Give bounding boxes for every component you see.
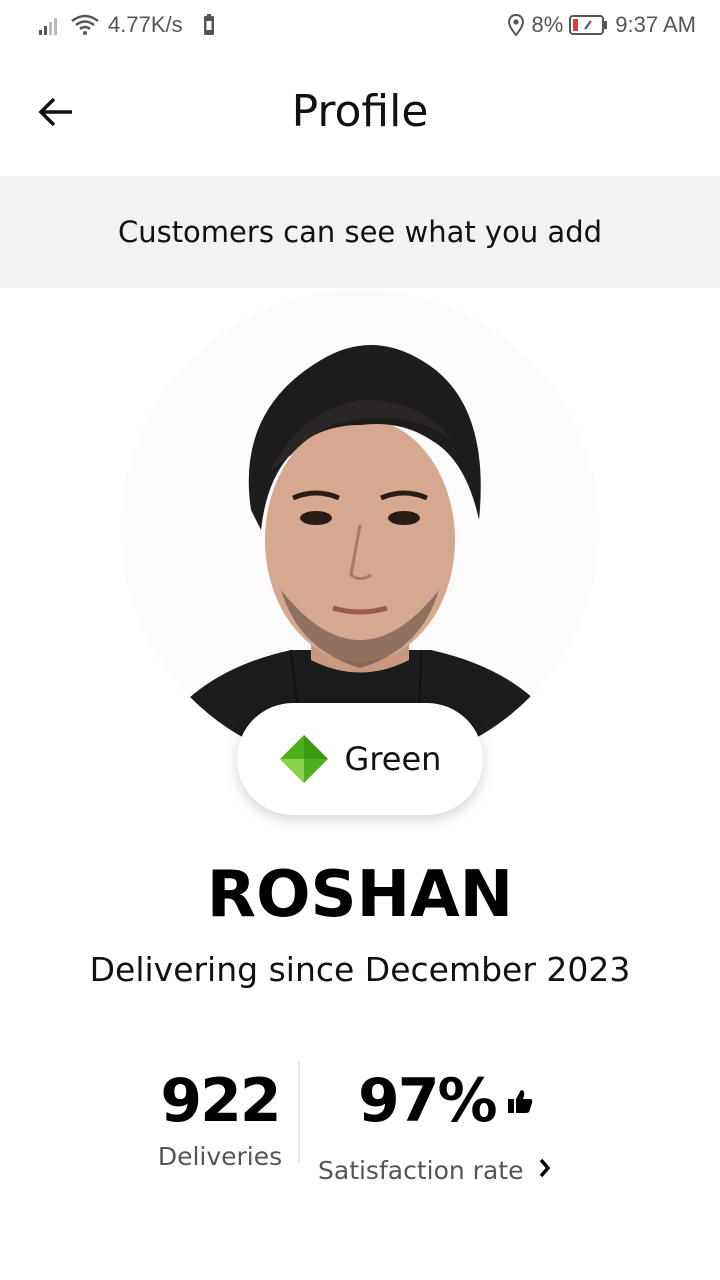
network-speed: 4.77K/s <box>108 12 183 37</box>
satisfaction-label: Satisfaction rate <box>318 1156 524 1185</box>
tier-label: Green <box>344 740 442 778</box>
deliveries-count: 922 <box>160 1066 281 1136</box>
satisfaction-value: 97% <box>358 1066 498 1136</box>
driver-name: ROSHAN <box>206 858 514 932</box>
satisfaction-value-row: 97% <box>318 1066 568 1136</box>
clock: 9:37 AM <box>615 12 696 37</box>
status-left: 4.77K/s <box>38 10 217 40</box>
battery-low-icon <box>569 15 608 35</box>
satisfaction-label-row: Satisfaction rate <box>318 1150 568 1185</box>
tier-badge[interactable]: Green <box>237 703 483 815</box>
battery-saver-icon <box>203 14 214 35</box>
profile-photo[interactable] <box>121 290 599 768</box>
diamond-icon <box>279 735 328 783</box>
satisfaction-stat[interactable]: 97% Satisfaction rate <box>318 1066 568 1185</box>
page-title: Profile <box>291 86 429 137</box>
header: Profile <box>0 60 720 164</box>
signal-icon <box>39 18 57 35</box>
avatar-illustration <box>121 290 599 768</box>
battery-percent: 8% <box>531 12 564 37</box>
location-icon <box>508 13 525 37</box>
wifi-icon <box>71 14 99 35</box>
thumbs-up-icon <box>507 1090 532 1113</box>
delivering-since: Delivering since December 2023 <box>89 950 631 989</box>
deliveries-stat: 922 Deliveries <box>150 1066 290 1171</box>
visibility-banner: Customers can see what you add <box>0 176 720 288</box>
status-bar: 4.77K/s 8% 9:37 AM <box>0 0 720 50</box>
banner-text: Customers can see what you add <box>117 215 603 249</box>
status-right: 8% 9:37 AM <box>507 10 696 40</box>
stats-divider <box>298 1062 300 1162</box>
deliveries-label: Deliveries <box>157 1142 283 1171</box>
chevron-right-icon[interactable] <box>537 1156 553 1180</box>
